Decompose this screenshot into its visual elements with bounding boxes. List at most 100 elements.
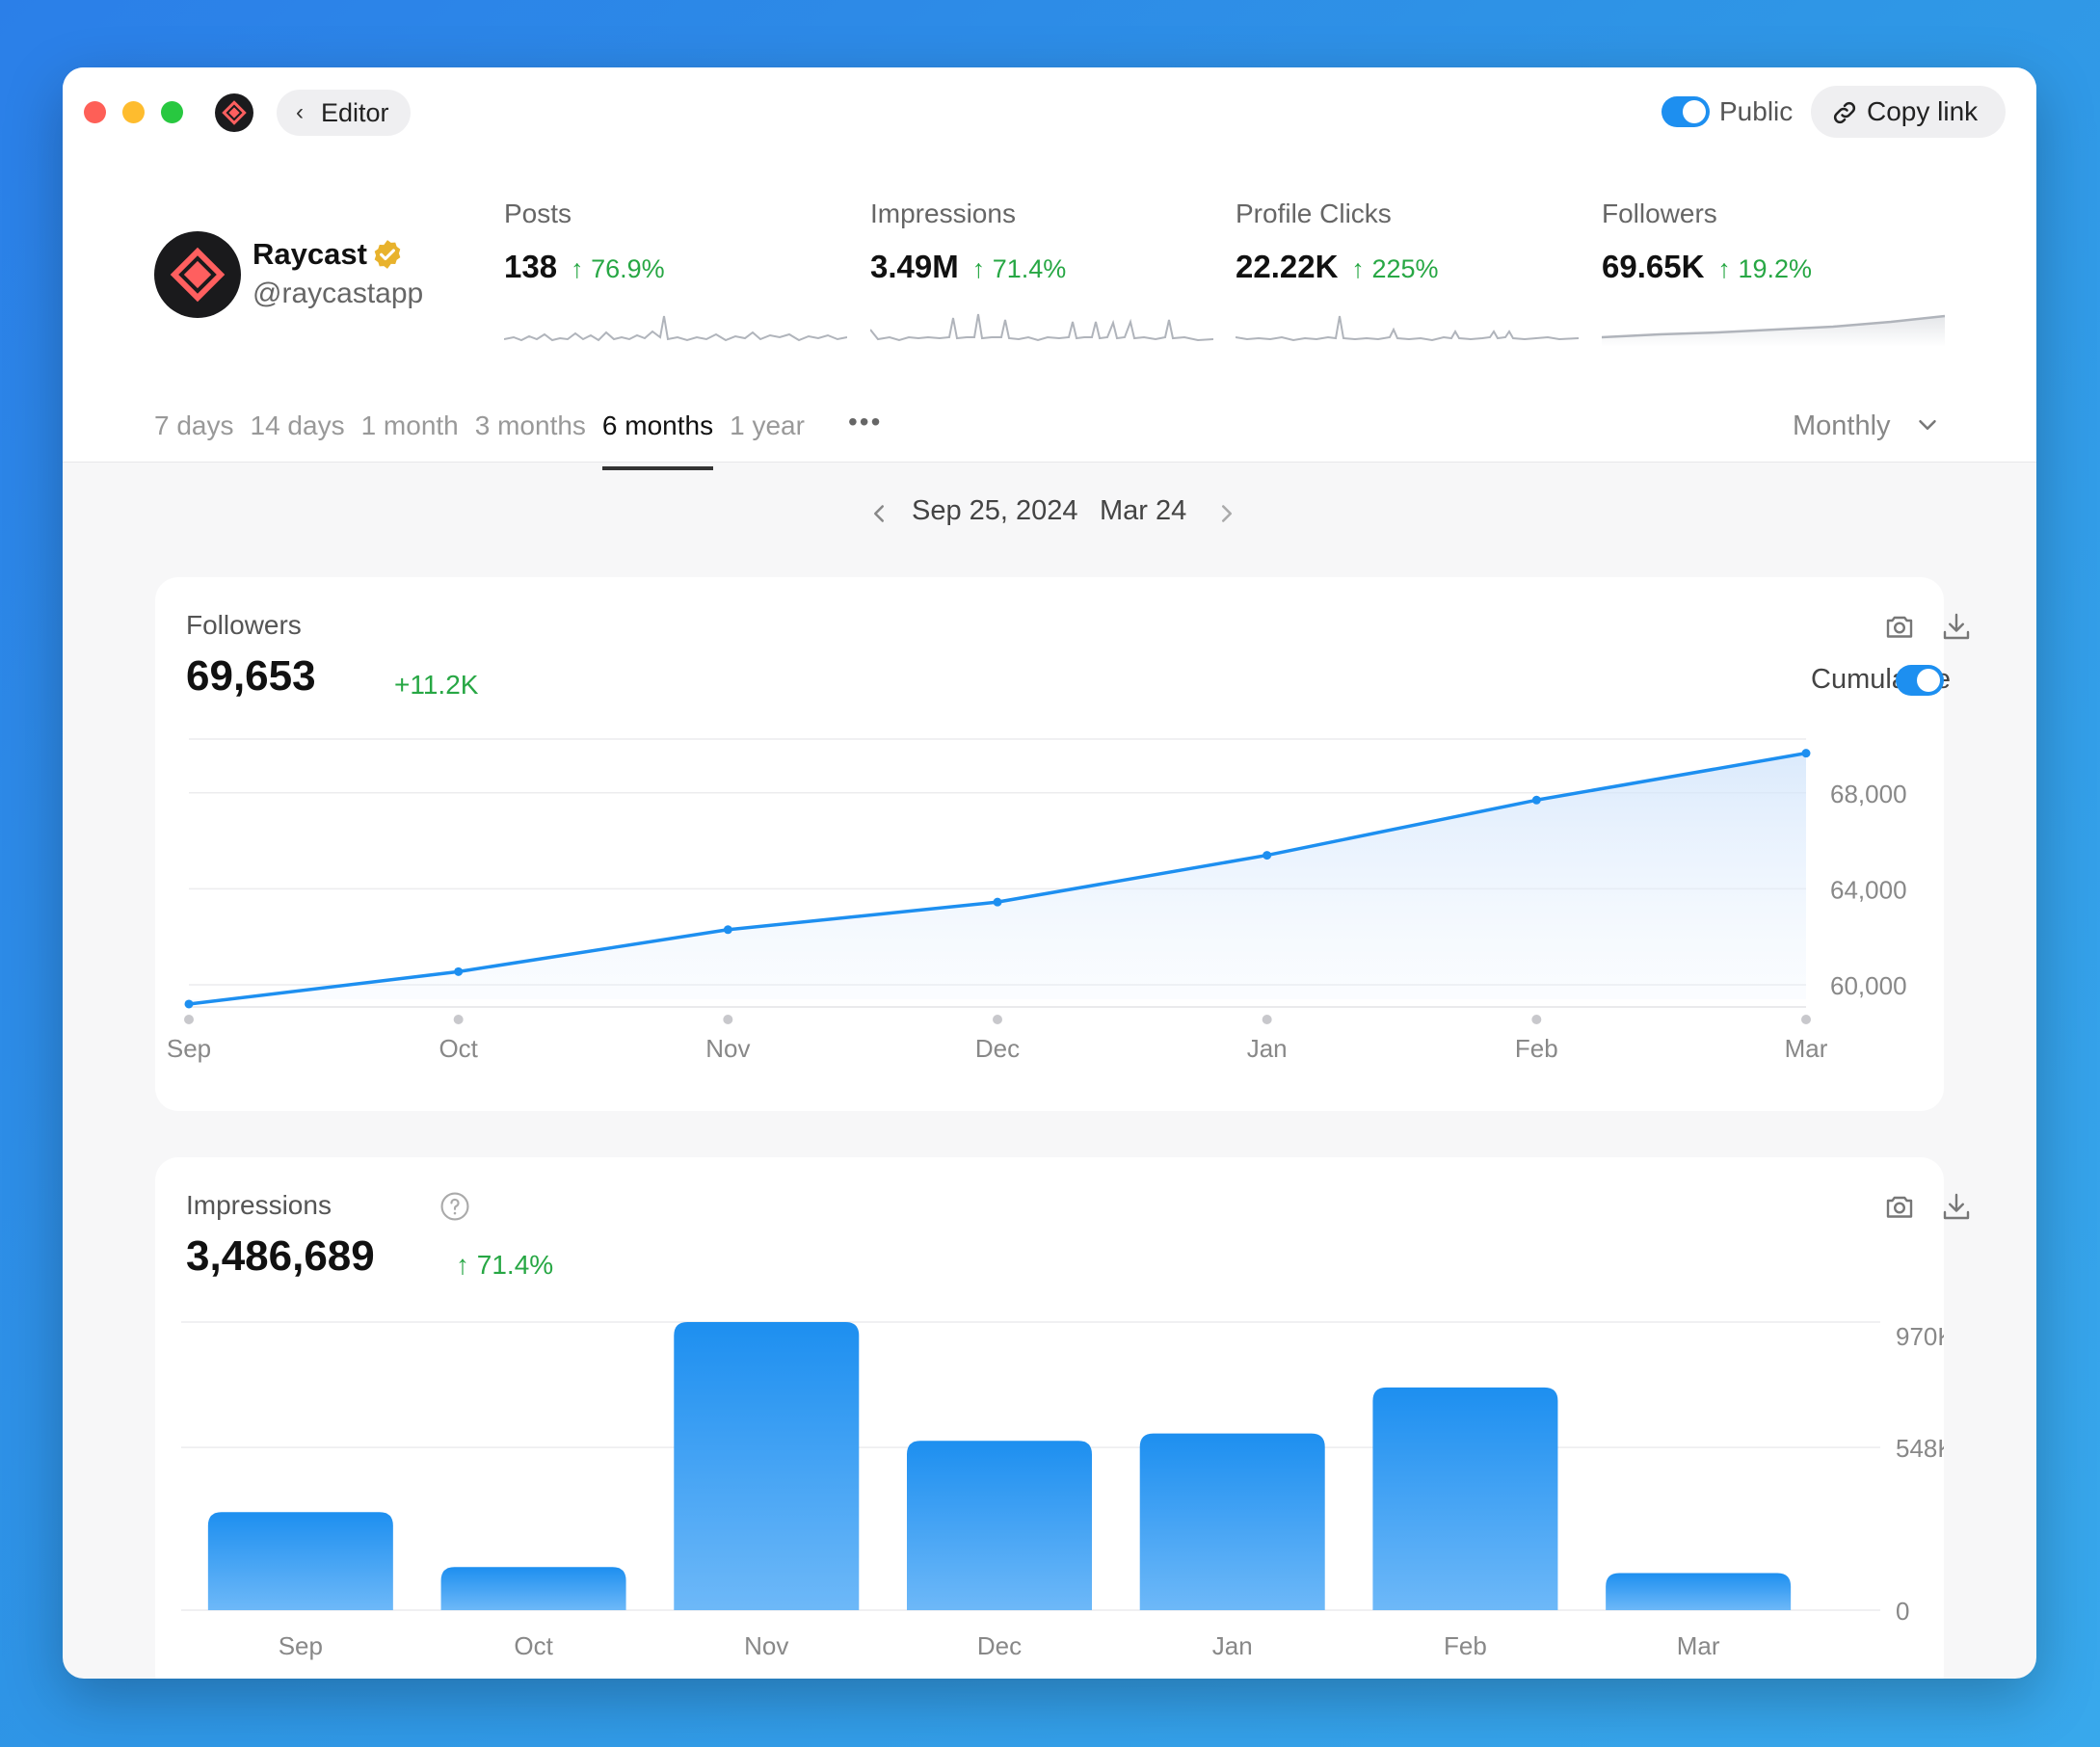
stat-label: Profile Clicks [1236, 199, 1392, 228]
link-icon [1833, 101, 1856, 124]
download-icon[interactable] [1939, 1189, 1974, 1224]
x-tick-dot [1801, 1015, 1811, 1024]
back-to-editor-button[interactable]: ‹ Editor [277, 90, 411, 136]
x-tick-dot [453, 1015, 464, 1024]
y-tick-label: 970K [1896, 1322, 1944, 1351]
arrow-up-icon: ↑ [1717, 254, 1731, 283]
data-point [1263, 851, 1272, 860]
x-tick-label: Oct [439, 1034, 478, 1063]
bar [1139, 1433, 1325, 1610]
impressions-card: Impressions 3,486,689 ↑ 71.4% 0548K970KS… [155, 1157, 1970, 1679]
more-ranges-icon[interactable]: ••• [848, 407, 882, 437]
public-label: Public [1719, 96, 1794, 126]
close-window-button[interactable] [84, 101, 106, 123]
stat-value: 22.22K [1236, 249, 1339, 284]
prev-period-icon[interactable] [864, 499, 893, 528]
stat-value: 138 [504, 249, 558, 284]
date-range-start[interactable]: Sep 25, 2024 [912, 495, 1078, 527]
x-tick-label: Feb [1444, 1631, 1487, 1660]
arrow-up-icon: ↑ [1351, 254, 1365, 283]
copy-link-button[interactable]: Copy link [1811, 86, 2006, 138]
x-tick-label: Dec [975, 1034, 1020, 1063]
bar [1372, 1387, 1558, 1610]
x-tick-label: Oct [514, 1631, 553, 1660]
verified-badge-icon [374, 240, 401, 269]
data-point [993, 897, 1002, 907]
public-toggle[interactable] [1661, 96, 1710, 127]
followers-chart: 60,000 64,000 68,000 Sep Oct Nov Dec Jan Feb Mar [167, 738, 1907, 1063]
stat-value: 69.65K [1602, 249, 1705, 284]
copy-link-label: Copy link [1867, 96, 1979, 126]
x-tick-label: Jan [1212, 1631, 1253, 1660]
stat-value: 3.49M [870, 249, 959, 284]
x-tick-dot [723, 1015, 733, 1024]
bar [907, 1441, 1092, 1610]
followers-card: Followers 69,653 +11.2K Cumulative 60,00… [155, 577, 1970, 1111]
x-tick-label: Mar [1677, 1631, 1720, 1660]
stat-label: Impressions [870, 199, 1016, 228]
x-tick-label: Nov [705, 1034, 750, 1063]
x-tick-dot [1262, 1015, 1272, 1024]
arrow-up-icon: ↑ [971, 254, 986, 283]
avatar [154, 231, 241, 318]
date-range-end[interactable]: Mar 24 [1100, 495, 1186, 527]
next-period-icon[interactable] [1212, 499, 1241, 528]
stat-change: ↑ 71.4% [971, 254, 1067, 283]
y-tick-label: 68,000 [1830, 780, 1907, 808]
followers-sparkline [1602, 314, 1945, 347]
posts-sparkline [504, 315, 847, 342]
data-point [454, 966, 464, 976]
editor-label: Editor [321, 98, 389, 127]
stat-impressions[interactable]: Impressions 3.49M ↑ 71.4% [870, 199, 1217, 285]
y-tick-label: 0 [1896, 1597, 1909, 1626]
tab-7-days[interactable]: 7 days [154, 410, 234, 451]
chevron-left-icon: ‹ [296, 99, 304, 125]
data-point [1531, 795, 1541, 805]
impressions-chart: 0 548K 970K Sep Oct Nov Dec Jan Feb Mar [181, 1321, 1944, 1660]
stat-change: ↑ 19.2% [1717, 254, 1812, 283]
x-tick-label: Sep [167, 1034, 211, 1063]
x-tick-label: Feb [1515, 1034, 1558, 1063]
x-tick-label: Nov [744, 1631, 788, 1660]
x-tick-dot [993, 1015, 1002, 1024]
x-tick-label: Mar [1785, 1034, 1828, 1063]
minimize-window-button[interactable] [122, 101, 145, 123]
tab-1-year[interactable]: 1 year [730, 410, 805, 451]
x-tick-label: Jan [1247, 1034, 1288, 1063]
y-tick-label: 60,000 [1830, 971, 1907, 1000]
range-tabs: 7 days 14 days 1 month 3 months 6 months… [154, 410, 821, 470]
stat-posts[interactable]: Posts 138 ↑ 76.9% [504, 199, 851, 285]
stat-label: Followers [1602, 199, 1717, 228]
data-point [184, 999, 194, 1009]
app-window: ‹ Editor Public Copy link Raycast @rayca… [63, 67, 2036, 1679]
stat-profile-clicks[interactable]: Profile Clicks 22.22K ↑ 225% [1236, 199, 1582, 285]
tab-14-days[interactable]: 14 days [251, 410, 345, 451]
tab-6-months[interactable]: 6 months [601, 410, 714, 470]
stat-label: Posts [504, 199, 572, 228]
x-tick-label: Dec [977, 1631, 1022, 1660]
y-tick-label: 548K [1896, 1434, 1944, 1463]
chevron-down-icon[interactable] [1913, 410, 1942, 439]
x-tick-dot [184, 1015, 194, 1024]
header: ‹ Editor Public Copy link Raycast @rayca… [63, 67, 2036, 470]
download-icon[interactable] [1939, 609, 1974, 644]
y-tick-label: 64,000 [1830, 875, 1907, 904]
data-point [1801, 749, 1811, 758]
tab-3-months[interactable]: 3 months [475, 410, 586, 451]
data-point [723, 925, 732, 935]
arrow-up-icon: ↑ [571, 254, 584, 283]
bar [207, 1512, 393, 1610]
bar [674, 1322, 860, 1610]
bar [1606, 1573, 1792, 1610]
zoom-window-button[interactable] [161, 101, 183, 123]
tab-1-month[interactable]: 1 month [361, 410, 459, 451]
x-tick-label: Sep [279, 1631, 323, 1660]
raycast-app-icon [215, 93, 253, 132]
stat-change: ↑ 76.9% [571, 254, 665, 283]
stat-followers[interactable]: Followers 69.65K ↑ 19.2% [1602, 199, 1949, 285]
series-area [189, 753, 1806, 1004]
profile-clicks-sparkline [1236, 315, 1579, 342]
account-name: Raycast [253, 237, 367, 271]
granularity-select[interactable]: Monthly [1793, 410, 1891, 442]
bar [440, 1567, 626, 1610]
